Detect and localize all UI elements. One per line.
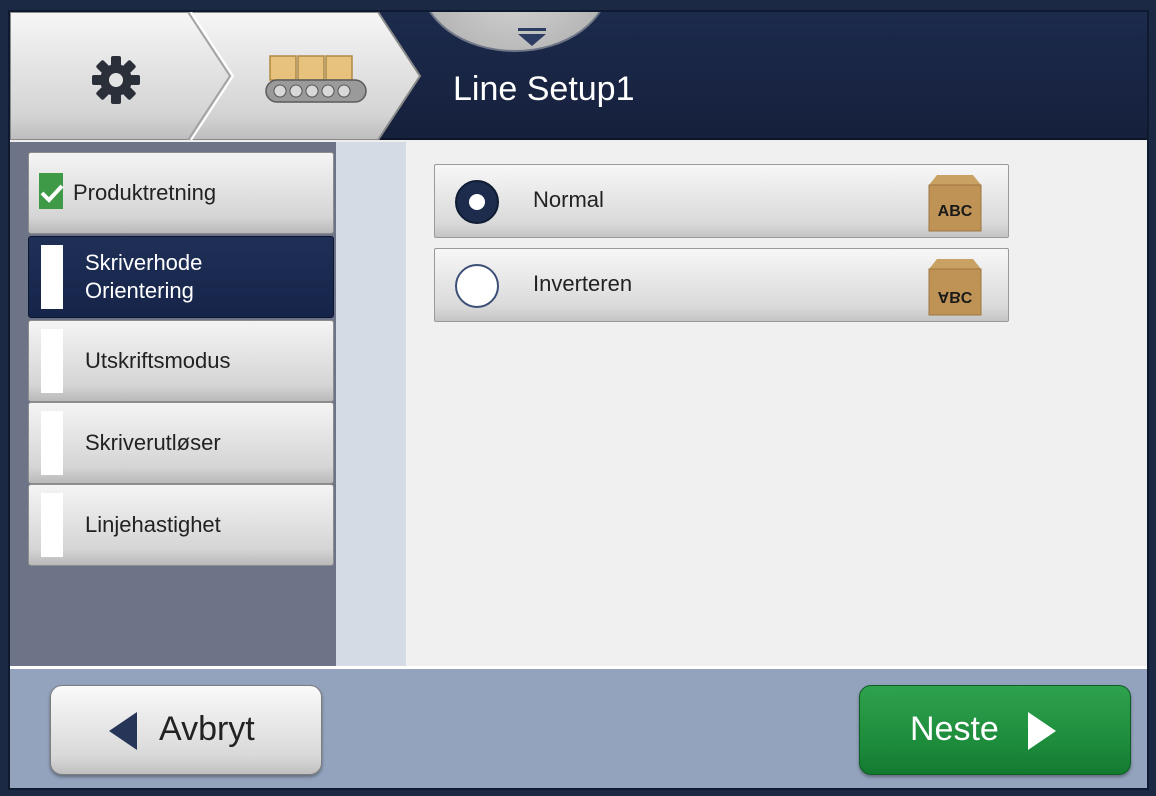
conveyor-icon[interactable] — [256, 50, 376, 110]
sidebar-item-produktretning[interactable]: Produktretning — [28, 152, 334, 234]
gear-icon[interactable] — [86, 50, 146, 110]
sidebar-item-label: Linjehastighet — [85, 512, 221, 537]
option-normal[interactable]: Normal ABC — [434, 164, 1009, 238]
breadcrumb — [10, 12, 430, 140]
next-button[interactable]: Neste — [859, 685, 1131, 775]
check-icon — [39, 173, 64, 209]
option-label: Normal — [533, 187, 604, 212]
box-icon: ABC — [923, 173, 987, 233]
step-marker — [41, 411, 63, 475]
cancel-label: Avbryt — [159, 710, 255, 748]
sidebar-item-label: Skriverhode Orientering — [85, 237, 202, 317]
chevron-down-icon[interactable] — [518, 34, 546, 46]
sidebar: Produktretning Skriverhode Orientering U… — [10, 142, 336, 666]
box-icon: ABC — [923, 257, 987, 317]
sidebar-item-utskriftsmodus[interactable]: Utskriftsmodus — [28, 320, 334, 402]
sidebar-item-skriverutloser[interactable]: Skriverutløser — [28, 402, 334, 484]
next-label: Neste — [910, 710, 999, 748]
screen: Line Setup1 Produktretning Skriverhode O… — [8, 10, 1149, 790]
cancel-button[interactable]: Avbryt — [50, 685, 322, 775]
dropdown-line — [518, 28, 546, 31]
footer-bar: Avbryt Neste — [10, 666, 1147, 788]
radio-unselected[interactable] — [455, 264, 499, 308]
radio-selected[interactable] — [455, 180, 499, 224]
arrow-right-icon — [1028, 712, 1056, 750]
sidebar-item-label: Skriverutløser — [85, 430, 221, 455]
sidebar-item-label: Utskriftsmodus — [85, 348, 231, 373]
box-label: ABC — [937, 203, 973, 220]
arrow-left-icon — [109, 712, 137, 750]
page-title: Line Setup1 — [453, 70, 635, 108]
box-label: ABC — [937, 288, 973, 305]
step-marker — [41, 493, 63, 557]
label-line-2: Orientering — [85, 278, 194, 303]
sidebar-item-linjehastighet[interactable]: Linjehastighet — [28, 484, 334, 566]
step-marker — [41, 329, 63, 393]
sidebar-item-label: Produktretning — [73, 180, 217, 205]
option-label: Inverteren — [533, 271, 633, 296]
options-panel: Normal ABC Inverteren ABC — [406, 142, 1147, 666]
sidebar-item-skriverhode-orientering[interactable]: Skriverhode Orientering — [28, 236, 334, 318]
sidebar-divider-strip — [336, 142, 406, 666]
step-marker — [41, 245, 63, 309]
option-inverteren[interactable]: Inverteren ABC — [434, 248, 1009, 322]
label-line-1: Skriverhode — [85, 250, 203, 275]
